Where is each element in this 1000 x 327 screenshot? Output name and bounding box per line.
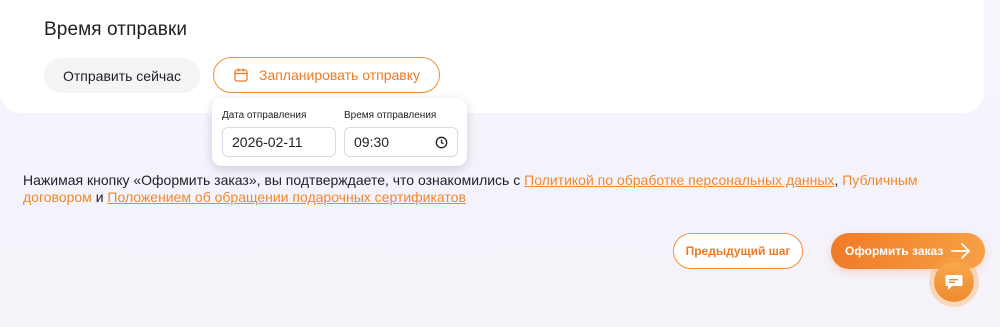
schedule-send-label: Запланировать отправку	[258, 67, 421, 83]
consent-text: Нажимая кнопку «Оформить заказ», вы подт…	[23, 172, 983, 206]
privacy-policy-link[interactable]: Политикой по обработке персональных данн…	[524, 172, 834, 188]
clock-icon[interactable]	[435, 136, 448, 149]
schedule-popover: Дата отправления 2026-02-11 Время отправ…	[212, 98, 467, 166]
time-field-label: Время отправления	[344, 110, 437, 121]
chat-button[interactable]	[934, 262, 974, 302]
schedule-send-button[interactable]: Запланировать отправку	[213, 57, 440, 93]
chat-icon	[945, 274, 963, 290]
gift-certificates-link[interactable]: Положением об обращении подарочных серти…	[107, 189, 465, 205]
time-field[interactable]: 09:30	[344, 127, 458, 157]
calendar-icon	[234, 68, 248, 82]
place-order-label: Оформить заказ	[845, 244, 944, 258]
date-field[interactable]: 2026-02-11	[222, 127, 336, 157]
send-now-button[interactable]: Отправить сейчас	[44, 58, 200, 93]
consent-separator: и	[91, 189, 108, 205]
date-value: 2026-02-11	[232, 134, 303, 150]
previous-step-button[interactable]: Предыдущий шаг	[673, 233, 803, 269]
time-value: 09:30	[354, 134, 390, 150]
date-field-label: Дата отправления	[222, 110, 307, 121]
section-title: Время отправки	[44, 19, 188, 40]
send-time-card: Время отправки Отправить сейчас Запланир…	[0, 0, 984, 113]
arrow-right-icon	[951, 243, 970, 259]
consent-text-before: Нажимая кнопку «Оформить заказ», вы подт…	[23, 172, 525, 188]
